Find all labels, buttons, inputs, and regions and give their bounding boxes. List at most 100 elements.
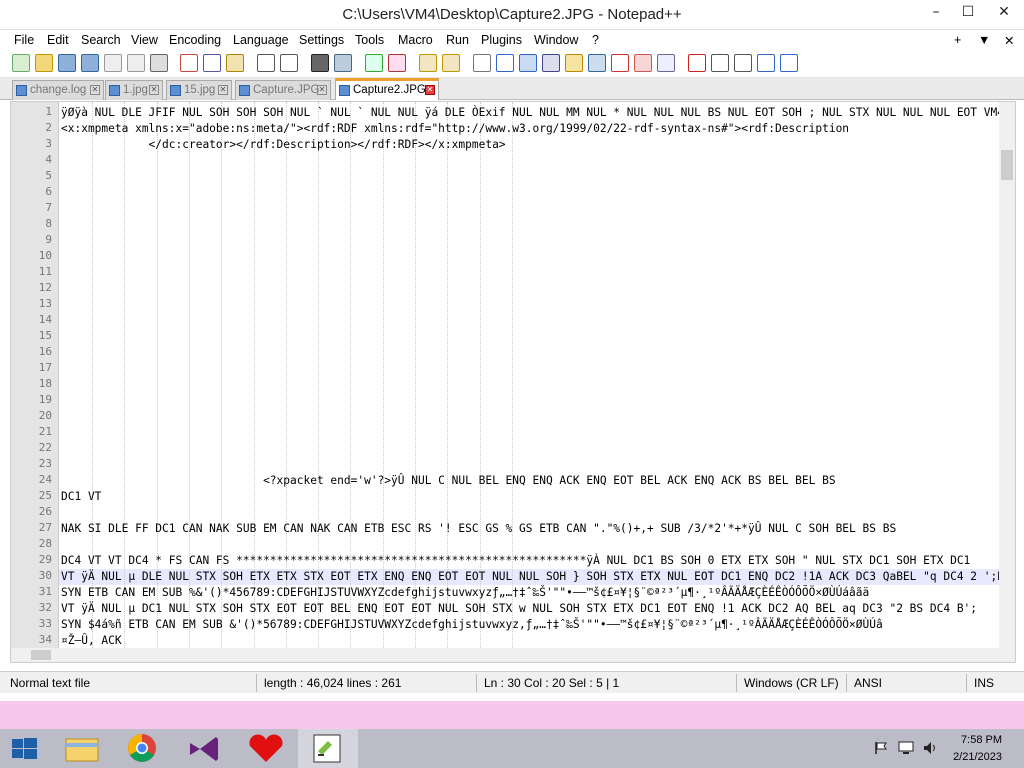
new-file-icon[interactable]	[12, 54, 30, 72]
line-number: 16	[38, 345, 52, 358]
menu-settings[interactable]: Settings	[299, 33, 344, 47]
file-icon	[109, 85, 120, 96]
text-area[interactable]: ÿØÿà NUL DLE JFIF NUL SOH SOH SOH NUL ` …	[59, 102, 1001, 650]
indent-guide-icon[interactable]	[519, 54, 537, 72]
chrome-task[interactable]	[112, 729, 172, 768]
paste-icon[interactable]	[226, 54, 244, 72]
start-button[interactable]	[0, 729, 50, 768]
monitoring-icon[interactable]	[657, 54, 675, 72]
stop-macro-icon[interactable]	[711, 54, 729, 72]
taskbar-date[interactable]: 2/21/2023	[953, 751, 1002, 763]
tab-15-jpg[interactable]: 15.jpg ✕	[166, 80, 232, 100]
menu-edit[interactable]: Edit	[47, 33, 69, 47]
tab-change-log[interactable]: change.log ✕	[12, 80, 104, 100]
notepad-plus-plus-task[interactable]	[298, 729, 358, 768]
line-number: 24	[38, 473, 52, 486]
open-folder-icon[interactable]	[35, 54, 53, 72]
text-line[interactable]: VT ÿÄ NUL μ DLE NUL STX SOH ETX ETX STX …	[61, 569, 1001, 585]
text-line[interactable]: </dc:creator></rdf:Description></rdf:RDF…	[61, 137, 506, 153]
status-divider	[736, 674, 737, 692]
menu-run[interactable]: Run	[446, 33, 469, 47]
function-list-icon[interactable]	[611, 54, 629, 72]
tab-list-button[interactable]: ▼	[978, 33, 990, 47]
visual-studio-task[interactable]	[174, 729, 234, 768]
copy-icon[interactable]	[203, 54, 221, 72]
tab-close-icon[interactable]: ✕	[149, 85, 159, 95]
status-divider	[256, 674, 257, 692]
tab-close-icon[interactable]: ✕	[218, 85, 228, 95]
zoom-out-icon[interactable]	[388, 54, 406, 72]
heart-app-task[interactable]	[236, 729, 296, 768]
taskbar-time[interactable]: 7:58 PM	[961, 734, 1002, 746]
menu-plugins[interactable]: Plugins	[481, 33, 522, 47]
status-bar: Normal text file length : 46,024 lines :…	[0, 671, 1024, 693]
record-macro-icon[interactable]	[688, 54, 706, 72]
close-button[interactable]: ✕	[984, 0, 1024, 24]
find-icon[interactable]	[311, 54, 329, 72]
zoom-in-icon[interactable]	[365, 54, 383, 72]
horizontal-scrollbar[interactable]	[11, 648, 1015, 662]
text-line[interactable]: SYN ETB CAN EM SUB %&'()*456789:CDEFGHIJ…	[61, 585, 869, 601]
text-line[interactable]: VT ÿÄ NUL μ DC1 NUL STX SOH STX EOT EOT …	[61, 601, 977, 617]
maximize-button[interactable]: ☐	[952, 0, 984, 24]
print-icon[interactable]	[150, 54, 168, 72]
text-line[interactable]: DC4 VT VT DC4 * FS CAN FS **************…	[61, 553, 970, 569]
menu-window[interactable]: Window	[534, 33, 578, 47]
run-macro-multiple-icon[interactable]	[757, 54, 775, 72]
tab-close-icon[interactable]: ✕	[90, 85, 100, 95]
menu-language[interactable]: Language	[233, 33, 289, 47]
save-all-icon[interactable]	[81, 54, 99, 72]
file-explorer-task[interactable]	[52, 729, 112, 768]
tab-1-jpg[interactable]: 1.jpg ✕	[105, 80, 163, 100]
tab-close-icon[interactable]: ✕	[425, 85, 435, 95]
text-line[interactable]: SYN $4á%ñ ETB CAN EM SUB &'()*56789:CDEF…	[61, 617, 883, 633]
flag-icon[interactable]	[874, 741, 888, 755]
menu-encoding[interactable]: Encoding	[169, 33, 221, 47]
text-line[interactable]: <?xpacket end='w'?>ÿÛ NUL C NUL BEL ENQ …	[61, 473, 836, 489]
sync-horizontal-icon[interactable]	[442, 54, 460, 72]
menu-tools[interactable]: Tools	[355, 33, 384, 47]
text-line[interactable]: DC1 VT	[61, 489, 101, 505]
line-number: 8	[45, 217, 52, 230]
map-icon[interactable]	[565, 54, 583, 72]
sync-vertical-icon[interactable]	[419, 54, 437, 72]
folder-workspace-icon[interactable]	[634, 54, 652, 72]
doc-list-icon[interactable]	[588, 54, 606, 72]
minimize-button[interactable]: –	[920, 0, 952, 24]
menu-file[interactable]: File	[14, 33, 34, 47]
text-line[interactable]: NAK SI DLE FF DC1 CAN NAK SUB EM CAN NAK…	[61, 521, 896, 537]
line-number-gutter: 1 2 3 4 5 6 7 8 9 10 11 12 13 14 15 16 17 18 19 20 21 22 23 24 2…	[11, 102, 59, 662]
menu-help[interactable]: ?	[592, 33, 599, 47]
vertical-scroll-thumb[interactable]	[1001, 150, 1013, 180]
editor[interactable]: 1 2 3 4 5 6 7 8 9 10 11 12 13 14 15 16 17 18 19 20 21 22 23 24 2…	[10, 101, 1016, 663]
tab-close-icon[interactable]: ✕	[317, 85, 327, 95]
undo-icon[interactable]	[257, 54, 275, 72]
close-doc-button[interactable]: ✕	[1004, 33, 1014, 48]
text-line[interactable]: ¤Ž–Û, ACK	[61, 633, 122, 649]
line-number: 3	[45, 137, 52, 150]
redo-icon[interactable]	[280, 54, 298, 72]
close-file-icon[interactable]	[104, 54, 122, 72]
new-tab-button[interactable]: +	[954, 33, 961, 47]
file-icon	[16, 85, 27, 96]
language-icon[interactable]	[542, 54, 560, 72]
network-icon[interactable]	[898, 740, 914, 756]
text-line[interactable]: <x:xmpmeta xmlns:x="adobe:ns:meta/"><rdf…	[61, 121, 849, 137]
tab-capture2-jpg[interactable]: Capture2.JPG ✕	[335, 78, 439, 100]
tab-capture-jpg[interactable]: Capture.JPG ✕	[235, 80, 331, 100]
cut-icon[interactable]	[180, 54, 198, 72]
horizontal-scroll-thumb[interactable]	[31, 650, 51, 660]
menu-view[interactable]: View	[131, 33, 158, 47]
word-wrap-icon[interactable]	[473, 54, 491, 72]
menu-search[interactable]: Search	[81, 33, 121, 47]
save-macro-icon[interactable]	[780, 54, 798, 72]
vertical-scrollbar[interactable]	[999, 102, 1015, 650]
volume-icon[interactable]	[922, 740, 938, 756]
close-all-icon[interactable]	[127, 54, 145, 72]
save-icon[interactable]	[58, 54, 76, 72]
menu-macro[interactable]: Macro	[398, 33, 433, 47]
show-all-chars-icon[interactable]	[496, 54, 514, 72]
replace-icon[interactable]	[334, 54, 352, 72]
play-macro-icon[interactable]	[734, 54, 752, 72]
text-line[interactable]: ÿØÿà NUL DLE JFIF NUL SOH SOH SOH NUL ` …	[61, 105, 1001, 121]
